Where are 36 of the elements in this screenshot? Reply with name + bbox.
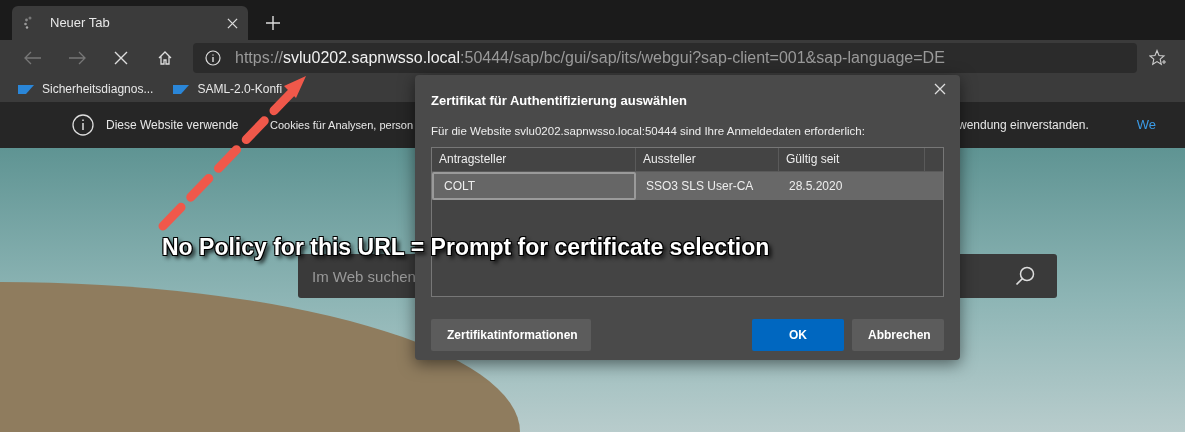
dialog-button[interactable]: Abbrechen	[852, 318, 944, 351]
info-icon[interactable]	[205, 50, 221, 66]
add-favorite-icon[interactable]	[1149, 49, 1167, 67]
address-bar[interactable]: https://svlu0202.sapnwsso.local:50444/sap/bc/gui/sap/its/webgui?sap-client=001&sap-language=DE	[193, 43, 1137, 73]
banner-text: wendung einverstanden.	[958, 117, 1089, 134]
column-header[interactable]: Aussteller	[636, 147, 779, 171]
column-header[interactable]: Gültig seit	[779, 147, 925, 171]
search-icon[interactable]	[1015, 266, 1035, 286]
stop-icon[interactable]	[114, 51, 128, 65]
table-cell-text: 28.5.2020	[788, 177, 844, 195]
banner-text: Diese Website verwende	[106, 117, 240, 134]
annotation-text: No Policy for this URL = Prompt for certificate selection	[162, 233, 770, 262]
back-icon[interactable]	[24, 51, 42, 65]
url-text: https://svlu0202.sapnwsso.local:50444/sap/bc/gui/sap/its/webgui?sap-client=001&sap-language=DE	[235, 48, 946, 68]
dialog-message: Für die Website svlu0202.sapnwsso.local:50444 sind Ihre Anmeldedaten erforderlich:	[431, 123, 866, 139]
table-cell: COLT	[432, 171, 636, 200]
forward-icon[interactable]	[68, 51, 86, 65]
ok-button[interactable]: OK	[752, 318, 844, 351]
new-tab-icon[interactable]	[266, 16, 280, 30]
tab-title: Neuer Tab	[50, 14, 111, 33]
home-icon[interactable]	[157, 50, 173, 66]
browser-tab[interactable]: Neuer Tab	[12, 6, 248, 40]
close-icon[interactable]	[227, 17, 238, 29]
banner-link[interactable]: We	[1136, 115, 1157, 135]
banner-text: Cookies für Analysen, person	[270, 117, 414, 133]
dialog-button[interactable]: Zertifikatinformationen	[431, 318, 591, 351]
sap-logo-icon	[18, 84, 34, 94]
sap-logo-icon	[173, 84, 190, 94]
info-icon	[72, 114, 94, 136]
close-icon[interactable]	[934, 83, 946, 95]
column-header[interactable]: Antragsteller	[432, 147, 636, 171]
table-cell-text: SSO3 SLS User-CA	[645, 177, 755, 195]
certificate-row[interactable]: COLT SSO3 SLS User-CA 28.5.2020	[432, 171, 943, 200]
bookmark[interactable]: SAML-2.0-Konfi	[173, 80, 283, 98]
dialog-title: Zertifikat für Authentifizierung auswählen	[431, 92, 687, 110]
bookmark[interactable]: Sicherheitsdiagnos...	[18, 80, 154, 98]
